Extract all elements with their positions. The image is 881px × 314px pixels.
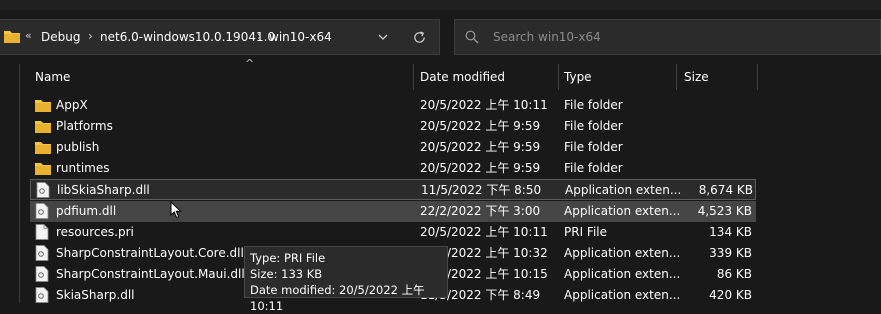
window-top-strip bbox=[0, 0, 881, 10]
file-size: 8,674 KB bbox=[698, 183, 753, 197]
refresh-icon[interactable] bbox=[412, 30, 427, 45]
document-file-icon bbox=[35, 224, 49, 240]
breadcrumb-separator[interactable]: › bbox=[88, 29, 93, 43]
folder-icon bbox=[35, 142, 51, 154]
column-divider[interactable] bbox=[676, 64, 677, 90]
list-item-pdfium[interactable]: pdfium.dll 22/2/2022 下午 3:00 Application… bbox=[30, 201, 756, 222]
folder-icon bbox=[35, 100, 51, 112]
list-item-runtimes[interactable]: runtimes 20/5/2022 上午 9:59 File folder bbox=[30, 158, 756, 179]
folder-icon bbox=[35, 163, 51, 175]
file-name: AppX bbox=[56, 98, 88, 112]
file-size bbox=[652, 95, 752, 116]
address-bar[interactable]: « Debug › net6.0-windows10.0.19041.0 › w… bbox=[0, 19, 440, 55]
file-size: 4,523 KB bbox=[697, 204, 752, 218]
search-box[interactable]: Search win10-x64 bbox=[454, 19, 881, 55]
file-date: 20/5/2022 上午 10:11 bbox=[420, 98, 548, 112]
breadcrumb-separator[interactable]: › bbox=[257, 29, 262, 43]
column-divider[interactable] bbox=[558, 64, 559, 90]
search-icon bbox=[465, 30, 479, 44]
file-name: resources.pri bbox=[56, 225, 134, 239]
file-name: Platforms bbox=[56, 119, 113, 133]
file-name: runtimes bbox=[56, 161, 110, 175]
dll-file-icon bbox=[35, 287, 49, 303]
list-item-appx[interactable]: AppX 20/5/2022 上午 10:11 File folder bbox=[30, 95, 756, 116]
file-name: pdfium.dll bbox=[56, 204, 117, 218]
hidden-path-chevron-icon[interactable]: « bbox=[25, 29, 32, 42]
column-header-row: ^ Name Date modified Type Size bbox=[30, 57, 770, 90]
list-item-platforms[interactable]: Platforms 20/5/2022 上午 9:59 File folder bbox=[30, 116, 756, 137]
file-info-tooltip: Type: PRI File Size: 133 KB Date modifie… bbox=[244, 246, 448, 313]
file-name: publish bbox=[56, 140, 100, 154]
column-header-date[interactable]: Date modified bbox=[420, 64, 505, 90]
file-date: 22/2/2022 下午 3:00 bbox=[420, 204, 541, 218]
breadcrumb-debug[interactable]: Debug bbox=[41, 30, 80, 44]
breadcrumb-win10-x64[interactable]: win10-x64 bbox=[269, 30, 332, 44]
file-size bbox=[652, 158, 752, 179]
file-type: File folder bbox=[564, 98, 623, 112]
file-date: 20/5/2022 上午 10:11 bbox=[420, 225, 548, 239]
tooltip-date: Date modified: 20/5/2022 上午 10:11 bbox=[250, 283, 425, 313]
file-date: 20/5/2022 上午 9:59 bbox=[420, 119, 541, 133]
file-name: SharpConstraintLayout.Maui.dll bbox=[56, 267, 245, 281]
column-header-name[interactable]: Name bbox=[35, 64, 70, 90]
tooltip-size: Size: 133 KB bbox=[250, 267, 323, 281]
file-size: 86 KB bbox=[716, 267, 752, 281]
dll-file-icon bbox=[35, 203, 49, 219]
navigation-pane-edge bbox=[19, 64, 20, 303]
sort-ascending-icon: ^ bbox=[245, 57, 255, 70]
tooltip-type: Type: PRI File bbox=[250, 251, 326, 265]
file-size: 134 KB bbox=[709, 225, 752, 239]
file-size bbox=[652, 137, 752, 158]
breadcrumb-net6[interactable]: net6.0-windows10.0.19041.0 bbox=[100, 30, 275, 44]
file-type: File folder bbox=[564, 140, 623, 154]
dll-file-icon bbox=[35, 245, 49, 261]
folder-icon bbox=[4, 31, 20, 43]
search-input[interactable]: Search win10-x64 bbox=[493, 30, 601, 44]
mouse-cursor-icon bbox=[170, 201, 182, 219]
folder-icon bbox=[35, 121, 51, 133]
file-date: 20/5/2022 上午 9:59 bbox=[420, 140, 541, 154]
column-divider[interactable] bbox=[757, 64, 758, 90]
list-item-libskiasharp[interactable]: libSkiaSharp.dll 11/5/2022 下午 8:50 Appli… bbox=[30, 179, 756, 200]
column-header-type[interactable]: Type bbox=[564, 64, 592, 90]
list-item-resources[interactable]: resources.pri 20/5/2022 上午 10:11 PRI Fil… bbox=[30, 222, 756, 243]
file-name: libSkiaSharp.dll bbox=[57, 183, 150, 197]
file-date: 11/5/2022 下午 8:50 bbox=[421, 183, 542, 197]
list-item-publish[interactable]: publish 20/5/2022 上午 9:59 File folder bbox=[30, 137, 756, 158]
column-divider[interactable] bbox=[413, 64, 414, 90]
dll-file-icon bbox=[35, 266, 49, 282]
file-size: 339 KB bbox=[709, 246, 752, 260]
file-date: 20/5/2022 上午 9:59 bbox=[420, 161, 541, 175]
dll-file-icon bbox=[36, 182, 50, 198]
file-size bbox=[652, 116, 752, 137]
chevron-down-icon[interactable] bbox=[377, 29, 389, 45]
column-header-size[interactable]: Size bbox=[684, 64, 709, 90]
file-type: PRI File bbox=[564, 225, 608, 239]
file-name: SharpConstraintLayout.Core.dll bbox=[56, 246, 244, 260]
file-type: File folder bbox=[564, 161, 623, 175]
file-type: File folder bbox=[564, 119, 623, 133]
